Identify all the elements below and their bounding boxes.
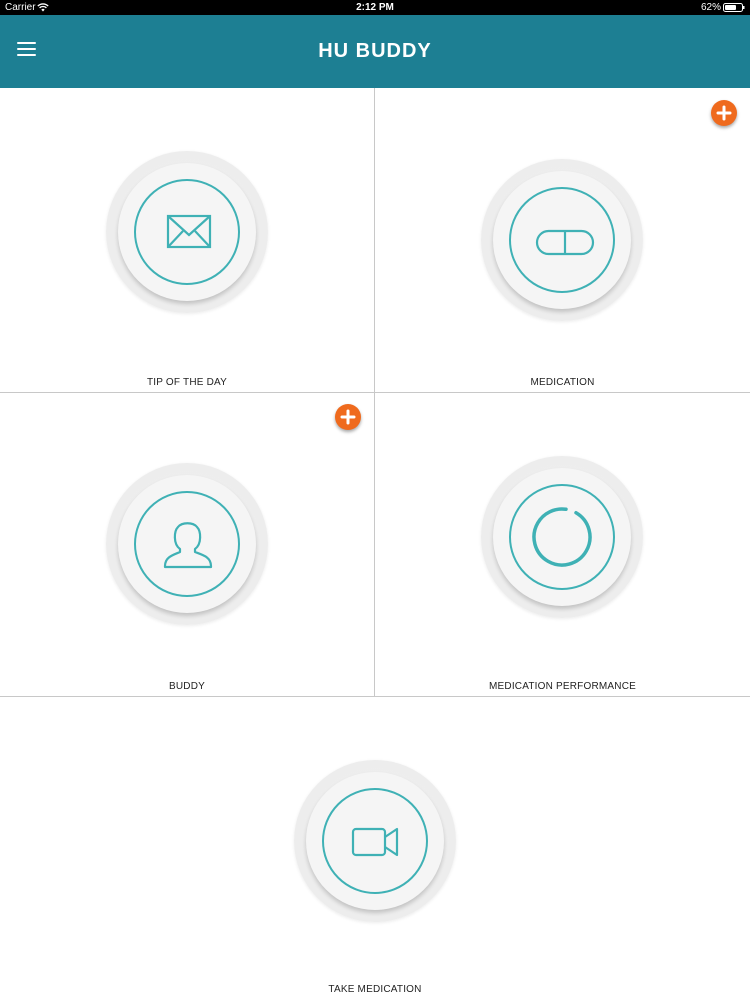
tip-of-the-day-circle	[106, 151, 268, 313]
progress-ring-icon	[532, 507, 592, 567]
envelope-icon	[166, 214, 212, 249]
tile-take-medication[interactable]: TAKE MEDICATION	[0, 697, 750, 1000]
status-bar: Carrier 2:12 PM 62%	[0, 0, 750, 15]
tile-label-take-medication: TAKE MEDICATION	[328, 984, 422, 995]
app-title: HU BUDDY	[318, 40, 432, 62]
buddy-circle	[106, 463, 268, 625]
add-medication-button[interactable]	[711, 100, 737, 126]
add-buddy-button[interactable]	[335, 404, 361, 430]
tile-tip-of-the-day[interactable]: TIP OF THE DAY	[0, 88, 374, 392]
battery-icon	[723, 3, 745, 12]
person-icon	[163, 522, 213, 569]
battery-percent: 62%	[700, 2, 721, 13]
pill-icon	[535, 229, 595, 256]
tile-medication[interactable]: MEDICATION	[375, 88, 750, 392]
tile-buddy[interactable]: BUDDY	[0, 393, 374, 696]
status-time: 2:12 PM	[356, 2, 394, 13]
tile-medication-performance[interactable]: MEDICATION PERFORMANCE	[375, 393, 750, 696]
app-header: HU BUDDY	[0, 15, 750, 88]
tile-label-tip-of-the-day: TIP OF THE DAY	[146, 377, 228, 388]
app-screen: Carrier 2:12 PM 62% HU BUDDY TIP OF THE …	[0, 0, 750, 1000]
medication-circle	[481, 159, 643, 321]
plus-icon	[716, 105, 732, 121]
medication-performance-circle	[481, 456, 643, 618]
tile-label-medication: MEDICATION	[530, 377, 595, 388]
tile-label-buddy: BUDDY	[168, 681, 205, 692]
tile-label-medication-performance: MEDICATION PERFORMANCE	[489, 681, 636, 692]
take-medication-circle	[294, 760, 456, 922]
video-camera-icon	[351, 827, 399, 857]
plus-icon	[340, 409, 356, 425]
